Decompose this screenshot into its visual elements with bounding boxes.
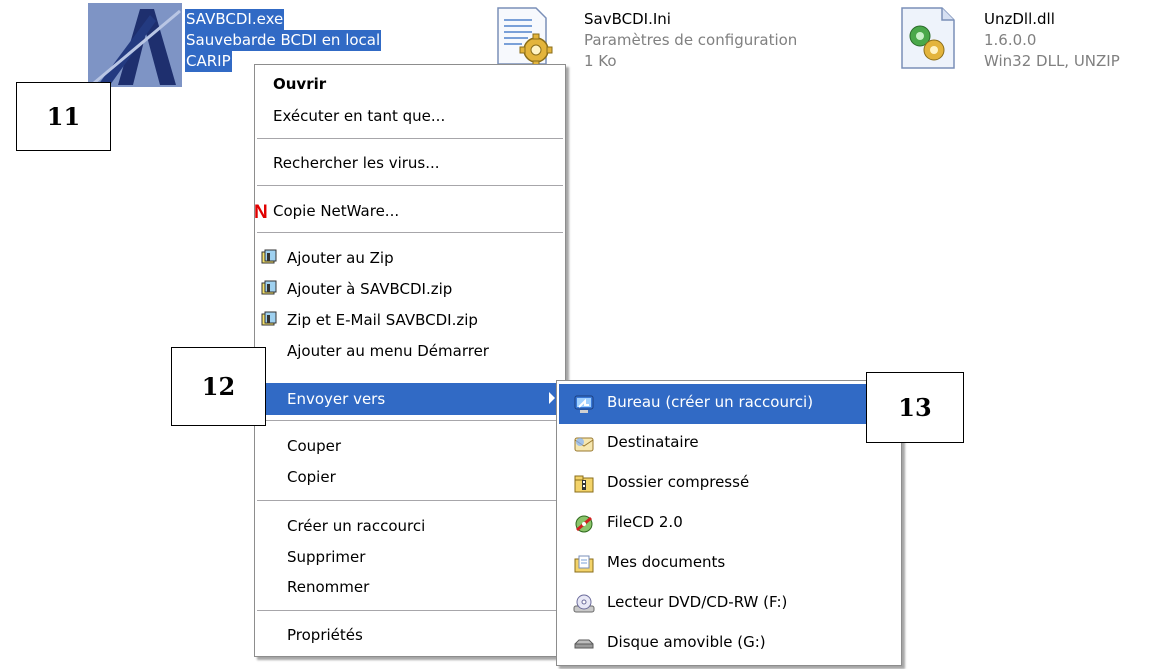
file-label-unzdll[interactable]: UnzDll.dll 1.6.0.0 Win32 DLL, UNZIP (984, 9, 1120, 72)
filecd-icon (573, 514, 595, 534)
send-to-label: Dossier compressé (607, 473, 750, 491)
menu-item-pin-start-menu[interactable]: Ajouter au menu Démarrer (257, 336, 563, 366)
menu-item-send-to[interactable]: Envoyer vers (257, 383, 563, 415)
file-size: 1 Ko (584, 52, 617, 70)
send-to-label: Destinataire (607, 433, 699, 451)
my-documents-icon (573, 554, 595, 574)
winzip-icon (260, 280, 278, 298)
send-to-my-documents[interactable]: Mes documents (559, 544, 899, 584)
mail-recipient-icon (573, 434, 595, 454)
bcdi-app-icon[interactable] (88, 3, 182, 87)
dvd-drive-icon (573, 594, 595, 614)
winzip-icon (260, 311, 278, 329)
send-to-label: FileCD 2.0 (607, 513, 683, 531)
menu-item-run-as[interactable]: Exécuter en tant que... (257, 101, 563, 131)
menu-item-zip-email[interactable]: Zip et E-Mail SAVBCDI.zip (257, 305, 563, 335)
menu-item-open[interactable]: Ouvrir (257, 69, 563, 99)
file-label-savbcdi[interactable]: SAVBCDI.exe Sauvebarde BCDI en local CAR… (185, 9, 382, 72)
send-to-compressed-folder[interactable]: Dossier compressé (559, 464, 899, 504)
send-to-mail-recipient[interactable]: Destinataire (559, 424, 899, 464)
file-name: SavBCDI.Ini (584, 10, 671, 28)
menu-item-label: Zip et E-Mail SAVBCDI.zip (287, 311, 478, 329)
chevron-right-icon (549, 392, 555, 404)
send-to-label: Bureau (créer un raccourci) (607, 393, 814, 411)
menu-item-netware-copy[interactable]: N Copie NetWare... (254, 196, 563, 226)
zip-folder-icon (573, 474, 595, 494)
menu-separator (257, 185, 563, 187)
menu-item-cut[interactable]: Couper (257, 431, 563, 461)
send-to-label: Mes documents (607, 553, 726, 571)
menu-item-label: Ouvrir (273, 75, 327, 93)
file-type: Win32 DLL, UNZIP (984, 52, 1120, 70)
menu-item-label: Créer un raccourci (287, 517, 426, 535)
menu-separator (257, 500, 563, 502)
menu-item-delete[interactable]: Supprimer (257, 542, 563, 572)
send-to-filecd[interactable]: FileCD 2.0 (559, 504, 899, 544)
menu-item-label: Ajouter à SAVBCDI.zip (287, 280, 453, 298)
file-name: SAVBCDI.exe (185, 9, 285, 30)
menu-item-label: Ajouter au Zip (287, 249, 394, 267)
menu-item-label: Exécuter en tant que... (273, 107, 446, 125)
send-to-desktop[interactable]: Bureau (créer un raccourci) (559, 384, 899, 424)
menu-item-label: Propriétés (287, 626, 363, 644)
desktop-shortcut-icon (573, 394, 595, 414)
callout-11: 11 (16, 82, 111, 151)
menu-item-label: Rechercher les virus... (273, 154, 440, 172)
menu-separator (257, 138, 563, 140)
menu-item-label: Ajouter au menu Démarrer (287, 342, 489, 360)
context-menu: Ouvrir Exécuter en tant que... Recherche… (254, 64, 566, 657)
file-description: Sauvebarde BCDI en local (185, 30, 382, 51)
menu-separator (257, 420, 563, 422)
winzip-icon (260, 249, 278, 267)
file-name: UnzDll.dll (984, 10, 1055, 28)
send-to-label: Disque amovible (G:) (607, 633, 766, 651)
file-company: CARIP (185, 51, 232, 72)
menu-item-label: Copier (287, 468, 336, 486)
netware-n-icon: N (252, 201, 270, 223)
menu-item-label: Supprimer (287, 548, 366, 566)
menu-item-scan-virus[interactable]: Rechercher les virus... (257, 148, 563, 178)
menu-item-add-savbcdi-zip[interactable]: Ajouter à SAVBCDI.zip (257, 274, 563, 304)
ini-config-icon[interactable] (492, 4, 556, 68)
menu-item-label: Renommer (287, 578, 370, 596)
send-to-label: Lecteur DVD/CD-RW (F:) (607, 593, 788, 611)
send-to-removable-disk[interactable]: Disque amovible (G:) (559, 624, 899, 664)
callout-13: 13 (866, 372, 964, 443)
menu-item-copy[interactable]: Copier (257, 462, 563, 492)
menu-separator (257, 232, 563, 234)
file-type: Paramètres de configuration (584, 31, 798, 49)
menu-item-label: Couper (287, 437, 342, 455)
menu-item-rename[interactable]: Renommer (257, 572, 563, 602)
removable-disk-icon (573, 634, 595, 654)
menu-item-properties[interactable]: Propriétés (257, 620, 563, 650)
menu-item-label: Copie NetWare... (273, 202, 400, 220)
menu-item-label: Envoyer vers (287, 390, 386, 408)
callout-12: 12 (171, 347, 266, 426)
svg-text:N: N (254, 202, 268, 221)
file-label-savbcdi-ini[interactable]: SavBCDI.Ini Paramètres de configuration … (584, 9, 797, 72)
dll-file-icon[interactable] (898, 6, 958, 70)
file-version: 1.6.0.0 (984, 31, 1037, 49)
menu-separator (257, 610, 563, 612)
send-to-dvd-drive[interactable]: Lecteur DVD/CD-RW (F:) (559, 584, 899, 624)
send-to-submenu: Bureau (créer un raccourci) Destinataire… (556, 380, 902, 666)
menu-item-create-shortcut[interactable]: Créer un raccourci (257, 511, 563, 541)
menu-item-add-zip[interactable]: Ajouter au Zip (257, 243, 563, 273)
